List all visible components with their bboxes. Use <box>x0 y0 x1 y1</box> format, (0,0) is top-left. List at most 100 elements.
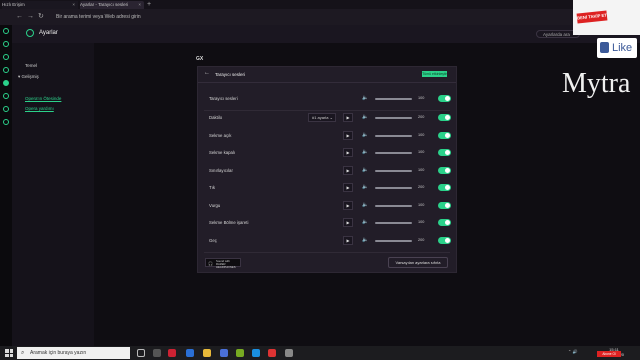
taskbar: ⌕ Aramak için buraya yazın ⌃ 🔊 15:1122.1… <box>0 346 640 360</box>
sound-toggle[interactable] <box>438 184 451 191</box>
volume-value: 200 <box>418 238 425 242</box>
app-icon[interactable] <box>268 349 276 357</box>
play-icon[interactable]: ▶ <box>343 113 353 122</box>
back-icon[interactable]: ← <box>16 11 23 23</box>
volume-value: 100 <box>418 96 425 100</box>
volume-icon: 🔈 <box>362 132 369 138</box>
volume-icon: 🔈 <box>362 202 369 208</box>
volume-icon: 🔈 <box>362 237 369 243</box>
tab-label: Hızlı Erişim <box>2 2 25 7</box>
row-label: Tık <box>209 185 215 190</box>
volume-value: 200 <box>418 185 425 189</box>
sidebar-link-help[interactable]: Opera yardımı <box>25 106 54 111</box>
play-icon[interactable]: ▶ <box>343 166 353 175</box>
windows-start-icon[interactable] <box>5 349 13 357</box>
razer-badge: 🎧 Sound with RAZER HEADPHONES <box>205 258 241 270</box>
settings-icon[interactable] <box>3 119 9 125</box>
volume-icon: 🔈 <box>362 219 369 225</box>
sound-toggle[interactable] <box>438 149 451 156</box>
volume-slider[interactable] <box>375 152 412 154</box>
volume-slider[interactable] <box>375 170 412 172</box>
volume-icon: 🔈 <box>362 184 369 190</box>
cortana-icon[interactable] <box>137 349 145 357</box>
chrome-icon[interactable] <box>252 349 260 357</box>
messenger-icon[interactable] <box>3 54 9 60</box>
edge-icon[interactable] <box>186 349 194 357</box>
extensions-icon[interactable] <box>3 106 9 112</box>
follow-tag: BENİ TAKİP ET <box>576 10 608 24</box>
app-icon[interactable] <box>236 349 244 357</box>
opera-gx-icon[interactable] <box>168 349 176 357</box>
play-icon[interactable]: ▶ <box>343 131 353 140</box>
task-view-icon[interactable] <box>153 349 161 357</box>
sidebar-item-basic[interactable]: Temel <box>25 63 37 68</box>
taskbar-search-input[interactable]: ⌕ Aramak için buraya yazın <box>17 347 130 359</box>
play-icon[interactable]: ▶ <box>343 148 353 157</box>
sound-row: Vurgu ▶ 🔈 100 <box>198 198 456 215</box>
panel-header: ← Tarayıcı sesleri Tümü etkinleştir <box>198 67 456 83</box>
reset-defaults-button[interactable]: Varsayılan ayarlara sıfırla <box>388 257 448 268</box>
thumbs-up-icon <box>600 42 609 53</box>
address-input[interactable]: Bir arama terimi veya Web adresi girin <box>56 13 141 21</box>
sound-toggle[interactable] <box>438 114 451 121</box>
sound-row: Sekme Bölme işareti ▶ 🔈 100 <box>198 215 456 232</box>
row-label: Daktilo <box>209 115 223 120</box>
history-icon[interactable] <box>3 93 9 99</box>
forward-icon[interactable]: → <box>27 11 34 23</box>
volume-icon: 🔈 <box>362 114 369 120</box>
sidebar-link-beyond[interactable]: Opera'ın Ötesinde <box>25 96 61 101</box>
like-overlay: Like <box>597 38 637 58</box>
sound-row: Tık ▶ 🔈 200 <box>198 180 456 197</box>
address-bar-row: ← → ↻ Bir arama terimi veya Web adresi g… <box>0 9 640 25</box>
sound-preset-select[interactable]: #1 ayarla ⌄ <box>308 113 336 122</box>
tab-bar: Hızlı Erişim × Ayarlar - Tarayıcı sesleri… <box>0 0 640 9</box>
new-tab-button[interactable]: + <box>147 0 151 9</box>
play-icon[interactable]: ▶ <box>343 201 353 210</box>
twitch-icon[interactable] <box>3 41 9 47</box>
volume-slider[interactable] <box>375 187 412 189</box>
sound-toggle[interactable] <box>438 167 451 174</box>
close-icon[interactable]: × <box>72 1 75 9</box>
sound-toggle[interactable] <box>438 219 451 226</box>
discord-icon[interactable] <box>3 80 9 86</box>
sound-toggle[interactable] <box>438 95 451 102</box>
sidebar-item-advanced[interactable]: ▾ Gelişmiş <box>18 74 39 80</box>
volume-slider[interactable] <box>375 240 412 242</box>
sound-row: Daktilo #1 ayarla ⌄ ▶ 🔈 200 <box>198 110 456 127</box>
sound-row: Sekme açık ▶ 🔈 100 <box>198 128 456 145</box>
close-icon[interactable]: × <box>138 1 141 9</box>
enable-all-button[interactable]: Tümü etkinleştir <box>422 71 447 77</box>
tab-settings[interactable]: Ayarlar - Tarayıcı sesleri × <box>80 1 144 9</box>
file-explorer-icon[interactable] <box>203 349 211 357</box>
reload-icon[interactable]: ↻ <box>38 11 44 23</box>
volume-slider[interactable] <box>375 222 412 224</box>
whatsapp-icon[interactable] <box>3 67 9 73</box>
volume-value: 100 <box>418 133 425 137</box>
row-label: Sekme kapalı <box>209 150 236 155</box>
tab-label: Ayarlar - Tarayıcı sesleri <box>80 2 129 7</box>
play-icon[interactable]: ▶ <box>343 218 353 227</box>
volume-value: 100 <box>418 168 425 172</box>
headphones-icon: 🎧 <box>208 261 213 266</box>
gx-control-icon[interactable] <box>3 28 9 34</box>
play-icon[interactable]: ▶ <box>343 236 353 245</box>
app-icon[interactable] <box>285 349 293 357</box>
volume-slider[interactable] <box>375 135 412 137</box>
sound-toggle[interactable] <box>438 237 451 244</box>
browser-sounds-panel: ← Tarayıcı sesleri Tümü etkinleştir Tara… <box>197 66 457 273</box>
gx-sidebar <box>0 25 12 350</box>
store-icon[interactable] <box>220 349 228 357</box>
sound-toggle[interactable] <box>438 132 451 139</box>
volume-slider[interactable] <box>375 117 412 119</box>
volume-icon: 🔈 <box>362 167 369 173</box>
badge-text: Sound with RAZER HEADPHONES <box>216 259 236 270</box>
play-icon[interactable]: ▶ <box>343 183 353 192</box>
master-sound-row: Tarayıcı sesleri 🔈 100 <box>198 91 456 108</box>
back-arrow-icon[interactable]: ← <box>204 70 210 76</box>
row-label: Tarayıcı sesleri <box>209 96 238 101</box>
volume-slider[interactable] <box>375 205 412 207</box>
volume-slider[interactable] <box>375 98 412 100</box>
system-tray[interactable]: ⌃ 🔊 <box>568 349 577 354</box>
tab-quick-access[interactable]: Hızlı Erişim × <box>2 1 78 9</box>
sound-toggle[interactable] <box>438 202 451 209</box>
